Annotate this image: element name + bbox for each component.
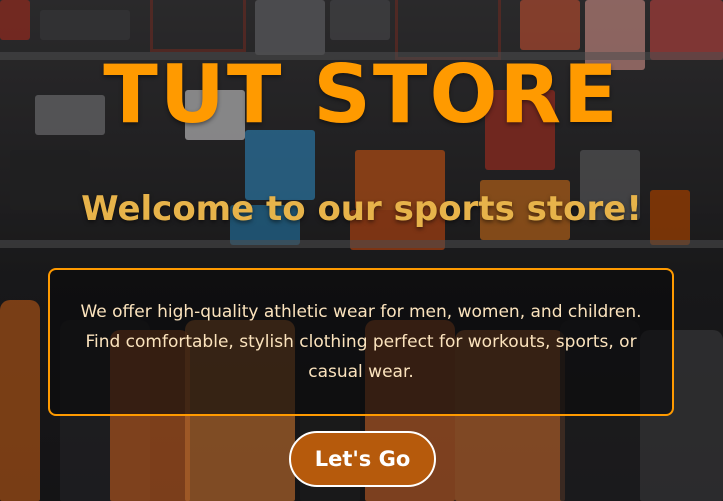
description-box: We offer high-quality athletic wear for …: [48, 268, 674, 416]
store-description: We offer high-quality athletic wear for …: [80, 302, 642, 382]
store-title: TUT STORE: [103, 48, 620, 141]
lets-go-button[interactable]: Let's Go: [289, 431, 436, 487]
hero-section: TUT STORE Welcome to our sports store! W…: [0, 0, 723, 501]
welcome-subtitle: Welcome to our sports store!: [81, 189, 642, 229]
